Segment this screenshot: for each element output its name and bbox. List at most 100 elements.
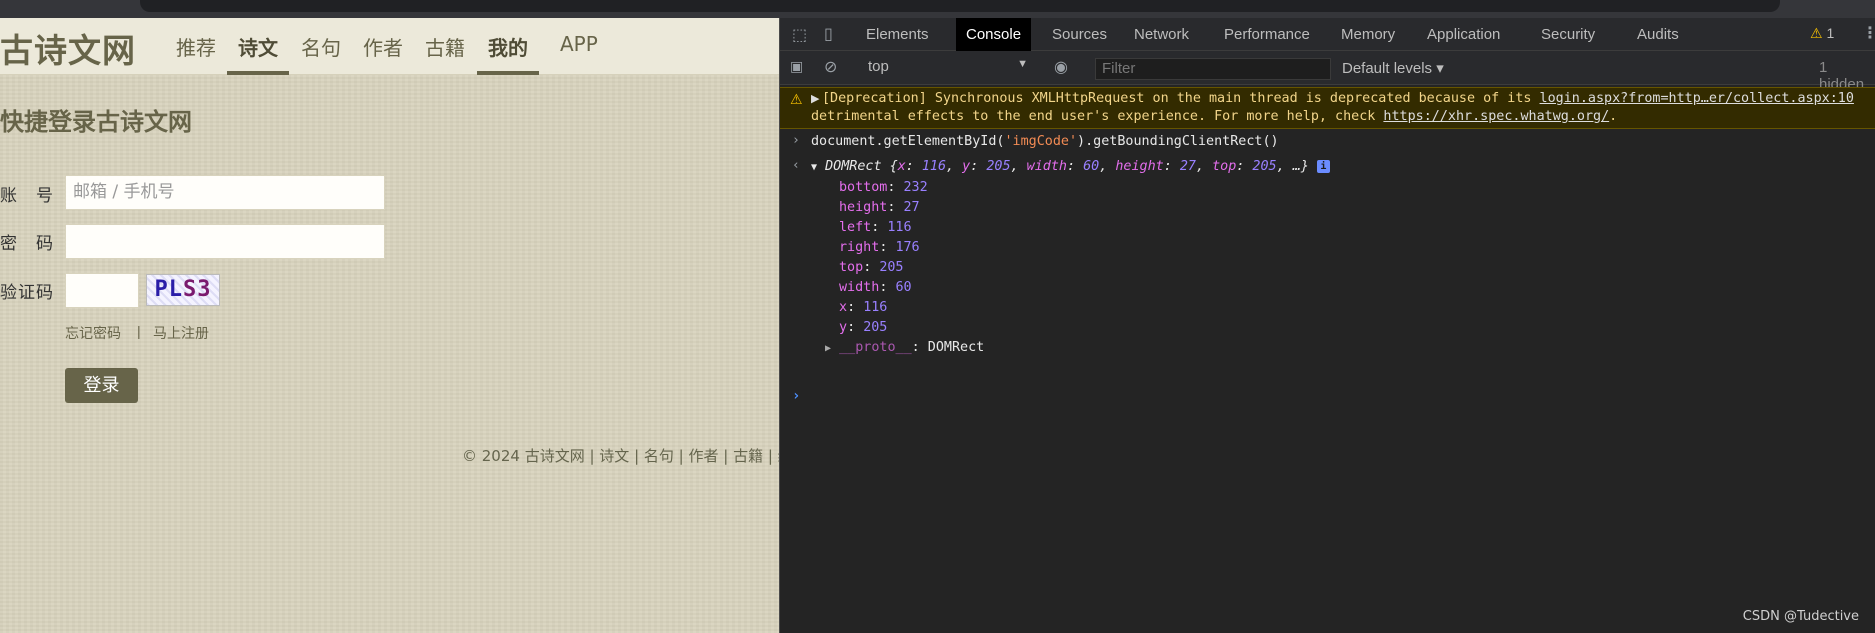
warning-icon: ⚠ [1810,25,1823,41]
source-link[interactable]: login.aspx?from=http…er/collect.aspx:10 [1540,91,1854,106]
tab-application[interactable]: Application [1417,18,1510,51]
warning-text: [Deprecation] Synchronous XMLHttpRequest… [822,91,1540,106]
tab-sources[interactable]: Sources [1042,18,1117,51]
site-logo[interactable]: 古诗文网 [0,24,136,72]
summary-value: 60 [1083,159,1100,174]
sidebar-toggle-icon[interactable]: ▣ [790,58,803,75]
tab-security[interactable]: Security [1531,18,1605,51]
captcha-text: S3 [183,277,212,302]
address-bar[interactable] [140,0,1780,12]
login-button[interactable]: 登录 [65,368,138,403]
warning-text: . [1609,109,1618,124]
captcha-text: PL [154,277,183,302]
result-type: DOMRect [825,159,882,174]
warning-line-1: [Deprecation] Synchronous XMLHttpRequest… [822,91,1854,106]
context-value: top [868,58,889,75]
result-summary[interactable]: ▼ DOMRect {x: 116, y: 205, width: 60, he… [811,159,1330,174]
nav-item-app[interactable]: APP [560,32,598,75]
browser-toolbar [0,0,1875,18]
summary-key: x [897,159,906,174]
prop-value: 232 [903,180,928,195]
collapse-arrow-icon[interactable]: ▼ [811,162,817,173]
nav-item-quotes[interactable]: 名句 [301,32,341,75]
devtools-tabbar: ⬚ ▯ Elements Console Sources Network Per… [780,18,1875,51]
result-ellipsis: …} [1292,159,1309,174]
console-toolbar: ▣ ⊘ top ▼ ◉ Filter Default levels ▾ 1 hid… [780,51,1875,93]
prop-key: top [839,260,864,275]
dropdown-arrow-icon: ▼ [1017,58,1028,70]
console-input-prompt[interactable]: › [792,388,800,404]
active-underline [227,71,289,75]
captcha-label: 验证码 [0,283,54,303]
summary-key: width [1026,159,1067,174]
nav-item-label: 诗文 [238,36,278,60]
nav-item-classics[interactable]: 古籍 [425,32,465,75]
captcha-input[interactable] [65,273,139,308]
prop-key: x [839,300,848,315]
result-brace: { [881,159,898,174]
password-label: 密 码 [0,234,54,254]
proto-row[interactable]: ▶ __proto__: DOMRect [825,340,984,355]
gushiwen-page: 古诗文网 推荐 诗文 名句 作者 古籍 我的 APP 快捷登录古诗文网 账 号 … [0,18,779,633]
filter-input[interactable]: Filter [1095,58,1331,80]
prop-key: right [839,240,880,255]
clear-console-icon[interactable]: ⊘ [824,57,837,77]
prop-key: width [839,280,880,295]
nav-item-poems[interactable]: 诗文 [227,32,289,75]
device-toolbar-icon[interactable]: ▯ [824,24,833,44]
prop-value: 116 [887,220,912,235]
account-input[interactable]: 邮箱 / 手机号 [65,175,385,210]
warning-counter[interactable]: ⚠ 1 [1810,25,1834,42]
summary-value: 116 [921,159,947,174]
context-select[interactable]: top ▼ [868,58,1028,78]
link-separator: | [137,323,141,339]
watermark: CSDN @Tudective [1742,609,1859,624]
tab-audits[interactable]: Audits [1627,18,1689,51]
summary-key: height [1115,159,1164,174]
warning-text: detrimental effects to the end user's ex… [811,109,1384,124]
deprecation-warning: ⚠ ▶ [Deprecation] Synchronous XMLHttpReq… [780,87,1875,129]
forgot-password-link[interactable]: 忘记密码 [65,323,121,343]
summary-key: top [1212,159,1237,174]
input-prompt-icon: › [792,133,800,148]
warning-icon: ⚠ [790,91,803,107]
prop-key: y [839,320,848,335]
tab-memory[interactable]: Memory [1331,18,1405,51]
help-link[interactable]: https://xhr.spec.whatwg.org/ [1383,109,1609,124]
captcha-image[interactable]: PLS3 [146,274,220,306]
info-icon[interactable]: i [1316,159,1330,173]
summary-value: 205 [1252,159,1277,174]
prop-value: 27 [903,200,920,215]
summary-value: 205 [986,159,1011,174]
prop-row: x: 116 [839,300,888,315]
warning-line-2: detrimental effects to the end user's ex… [811,109,1617,124]
login-title: 快捷登录古诗文网 [0,108,192,136]
footer-links[interactable]: © 2024 古诗文网 | 诗文 | 名句 | 作者 | 古籍 | 纠错 [462,445,779,466]
prop-row: y: 205 [839,320,888,335]
nav-item-authors[interactable]: 作者 [363,32,403,75]
top-nav: 古诗文网 推荐 诗文 名句 作者 古籍 我的 APP [0,18,779,75]
password-input[interactable] [65,224,385,259]
prop-row: width: 60 [839,280,912,295]
default-levels-dropdown[interactable]: Default levels ▾ [1342,59,1444,77]
inspect-element-icon[interactable]: ⬚ [792,25,807,45]
register-link[interactable]: 马上注册 [153,323,209,343]
tab-console[interactable]: Console [956,18,1032,51]
nav-item-recommend[interactable]: 推荐 [176,32,216,75]
prop-value: 205 [863,320,888,335]
expand-arrow-icon[interactable]: ▶ [811,92,819,105]
expand-arrow-icon[interactable]: ▶ [825,343,831,354]
more-options-icon[interactable]: ⋮ [1862,23,1875,43]
account-label: 账 号 [0,186,54,206]
prop-value: DOMRect [927,340,985,355]
live-expression-eye-icon[interactable]: ◉ [1054,57,1068,77]
prop-key: left [839,220,872,235]
prop-value: 176 [895,240,920,255]
prop-row: top: 205 [839,260,904,275]
tab-performance[interactable]: Performance [1214,18,1320,51]
prop-value: 205 [879,260,904,275]
nav-item-mine[interactable]: 我的 [477,32,539,75]
tab-elements[interactable]: Elements [856,18,939,51]
tab-network[interactable]: Network [1124,18,1199,51]
console-command[interactable]: document.getElementById('imgCode').getBo… [811,134,1279,149]
